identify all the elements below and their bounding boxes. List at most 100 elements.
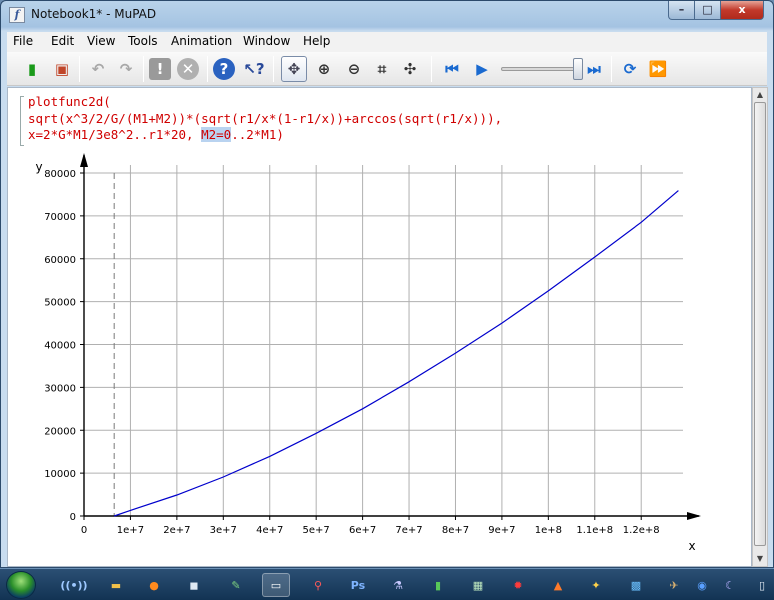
toolbar-separator — [431, 56, 432, 82]
flask-icon[interactable]: ⚗ — [384, 573, 412, 597]
scroll-up-arrow[interactable]: ▲ — [755, 90, 765, 100]
pointer-icon[interactable]: ✥ — [281, 56, 307, 82]
maximize-button[interactable]: □ — [694, 1, 721, 20]
x-tick-label: 3e+7 — [210, 525, 237, 536]
cancel-icon[interactable]: ✕ — [177, 58, 199, 80]
satellite-icon[interactable]: ✈ — [660, 573, 688, 597]
context-help-icon[interactable]: ↖? — [241, 56, 267, 82]
y-tick-label: 20000 — [44, 426, 76, 437]
stop-icon[interactable]: ! — [149, 58, 171, 80]
x-tick-label: 1e+7 — [117, 525, 144, 536]
series-line — [114, 190, 679, 517]
app-red-tool-icon[interactable]: ⚲ — [304, 573, 332, 597]
play-icon[interactable]: ▶ — [469, 56, 495, 82]
globe-icon[interactable]: ◉ — [688, 573, 716, 597]
mupad-window: f Notebook1* - MuPAD – □ x File Edit Vie… — [0, 0, 774, 568]
x-axis-arrow-icon — [687, 512, 701, 520]
y-tick-label: 30000 — [44, 383, 76, 394]
y-tick-label: 10000 — [44, 469, 76, 480]
close-button[interactable]: x — [720, 1, 764, 20]
help-icon[interactable]: ? — [213, 58, 235, 80]
y-axis-label: y — [35, 160, 42, 174]
y-tick-label: 50000 — [44, 298, 76, 309]
crop-icon[interactable]: ⌗ — [369, 56, 395, 82]
slide-icon[interactable]: ▣ — [49, 56, 75, 82]
move-icon[interactable]: ✣ — [397, 56, 423, 82]
plot-grid — [84, 165, 683, 516]
end-icon[interactable]: ⏭ — [581, 56, 607, 82]
x-tick-label: 1.1e+8 — [576, 525, 613, 536]
redo-icon[interactable]: ↷ — [113, 56, 139, 82]
minimize-button[interactable]: – — [668, 1, 695, 20]
y-axis-arrow-icon — [80, 153, 88, 167]
zoom-in-icon[interactable]: ⊕ — [311, 56, 337, 82]
app-paint-icon[interactable]: ✎ — [222, 573, 250, 597]
x-tick-label: 7e+7 — [395, 525, 422, 536]
input-line-3-suffix: ..2*M1) — [231, 127, 284, 142]
taskbar: ((•)) ▬ ● ◼ ✎ ▭ ⚲ Ps ⚗ ▮ ▦ ✹ ▲ ✦ ▩ ✈ ◉ ☾ ▯ — [0, 568, 774, 600]
y-tick-label: 60000 — [44, 255, 76, 266]
matlab-icon[interactable]: ▲ — [544, 573, 572, 597]
plot-marks: 0 1e+7 2e+7 3e+7 4e+7 5e+7 6e+7 7e+7 8e+7 9e+7 1e+… — [35, 153, 701, 553]
menu-view[interactable]: View — [87, 34, 115, 48]
animation-slider[interactable] — [501, 67, 583, 71]
menu-window[interactable]: Window — [243, 34, 290, 48]
y-tick-label: 70000 — [44, 212, 76, 223]
x-tick-label: 4e+7 — [256, 525, 283, 536]
mupad-icon[interactable]: ✦ — [582, 573, 610, 597]
x-tick-label: 0 — [81, 525, 87, 536]
x-tick-label: 2e+7 — [163, 525, 190, 536]
rewind-icon[interactable]: ⏮ — [439, 56, 465, 82]
input-selected-text: M2=0 — [201, 127, 232, 142]
menu-edit[interactable]: Edit — [51, 34, 74, 48]
y-tick-label: 80000 — [44, 169, 76, 180]
toolbar-separator — [207, 56, 208, 82]
grid-app-icon[interactable]: ▩ — [622, 573, 650, 597]
menu-file[interactable]: File — [13, 34, 33, 48]
x-axis-label: x — [688, 539, 695, 553]
plot-output[interactable]: 0 1e+7 2e+7 3e+7 4e+7 5e+7 6e+7 7e+7 8e+7 9e+7 1e+… — [21, 151, 741, 561]
toolbar-separator — [273, 56, 274, 82]
menu-animation[interactable]: Animation — [171, 34, 232, 48]
evaluate-icon[interactable]: ▮ — [19, 56, 45, 82]
x-tick-label: 9e+7 — [488, 525, 515, 536]
input-region[interactable]: plotfunc2d( sqrt(x^3/2/G/(M1+M2))*(sqrt(… — [28, 94, 502, 144]
x-tick-label: 6e+7 — [349, 525, 376, 536]
y-tick-label: 0 — [70, 512, 76, 523]
title-bar[interactable]: f Notebook1* - MuPAD – □ x — [1, 1, 773, 29]
photoshop-icon[interactable]: Ps — [344, 573, 372, 597]
menu-bar: File Edit View Tools Animation Window He… — [7, 32, 767, 52]
toolbar-separator — [143, 56, 144, 82]
x-tick-label: 8e+7 — [442, 525, 469, 536]
mupad-app-icon[interactable]: f — [9, 7, 25, 23]
input-line-3-prefix: x=2*G*M1/3e8^2..r1*20, — [28, 127, 202, 142]
x-tick-label: 1.2e+8 — [623, 525, 660, 536]
fast-forward-icon[interactable]: ⏩ — [645, 56, 671, 82]
menu-tools[interactable]: Tools — [128, 34, 158, 48]
gear-red-icon[interactable]: ✹ — [504, 573, 532, 597]
scroll-thumb[interactable] — [754, 102, 766, 546]
refresh-icon[interactable]: ⟳ — [617, 56, 643, 82]
chart-app-icon[interactable]: ▮ — [424, 573, 452, 597]
app-screen-icon[interactable]: ▭ — [262, 573, 290, 597]
input-line-2: sqrt(x^3/2/G/(M1+M2))*(sqrt(r1/x*(1-r1/x… — [28, 110, 503, 126]
menu-help[interactable]: Help — [303, 34, 330, 48]
night-sky-icon[interactable]: ☾ — [716, 573, 744, 597]
network-icon[interactable]: ((•)) — [60, 573, 88, 597]
y-tick-label: 40000 — [44, 341, 76, 352]
start-button[interactable] — [6, 571, 36, 599]
toolbar: ▮ ▣ ↶ ↷ ! ✕ ? ↖? ✥ ⊕ ⊖ ⌗ ✣ ⏮ ▶ ⏭ ⟳ ⏩ — [7, 52, 767, 86]
folder-icon[interactable]: ▬ — [102, 573, 130, 597]
show-desktop-icon[interactable]: ▯ — [748, 573, 774, 597]
window-title: Notebook1* - MuPAD — [31, 7, 157, 21]
firefox-icon[interactable]: ● — [140, 573, 168, 597]
undo-icon[interactable]: ↶ — [85, 56, 111, 82]
input-region-bracket — [20, 96, 24, 146]
spreadsheet-icon[interactable]: ▦ — [464, 573, 492, 597]
vertical-scrollbar[interactable]: ▲ ▼ — [752, 87, 768, 567]
x-tick-label: 1e+8 — [535, 525, 562, 536]
toolbar-separator — [611, 56, 612, 82]
zoom-out-icon[interactable]: ⊖ — [341, 56, 367, 82]
app-window-icon[interactable]: ◼ — [180, 573, 208, 597]
scroll-down-arrow[interactable]: ▼ — [755, 554, 765, 564]
